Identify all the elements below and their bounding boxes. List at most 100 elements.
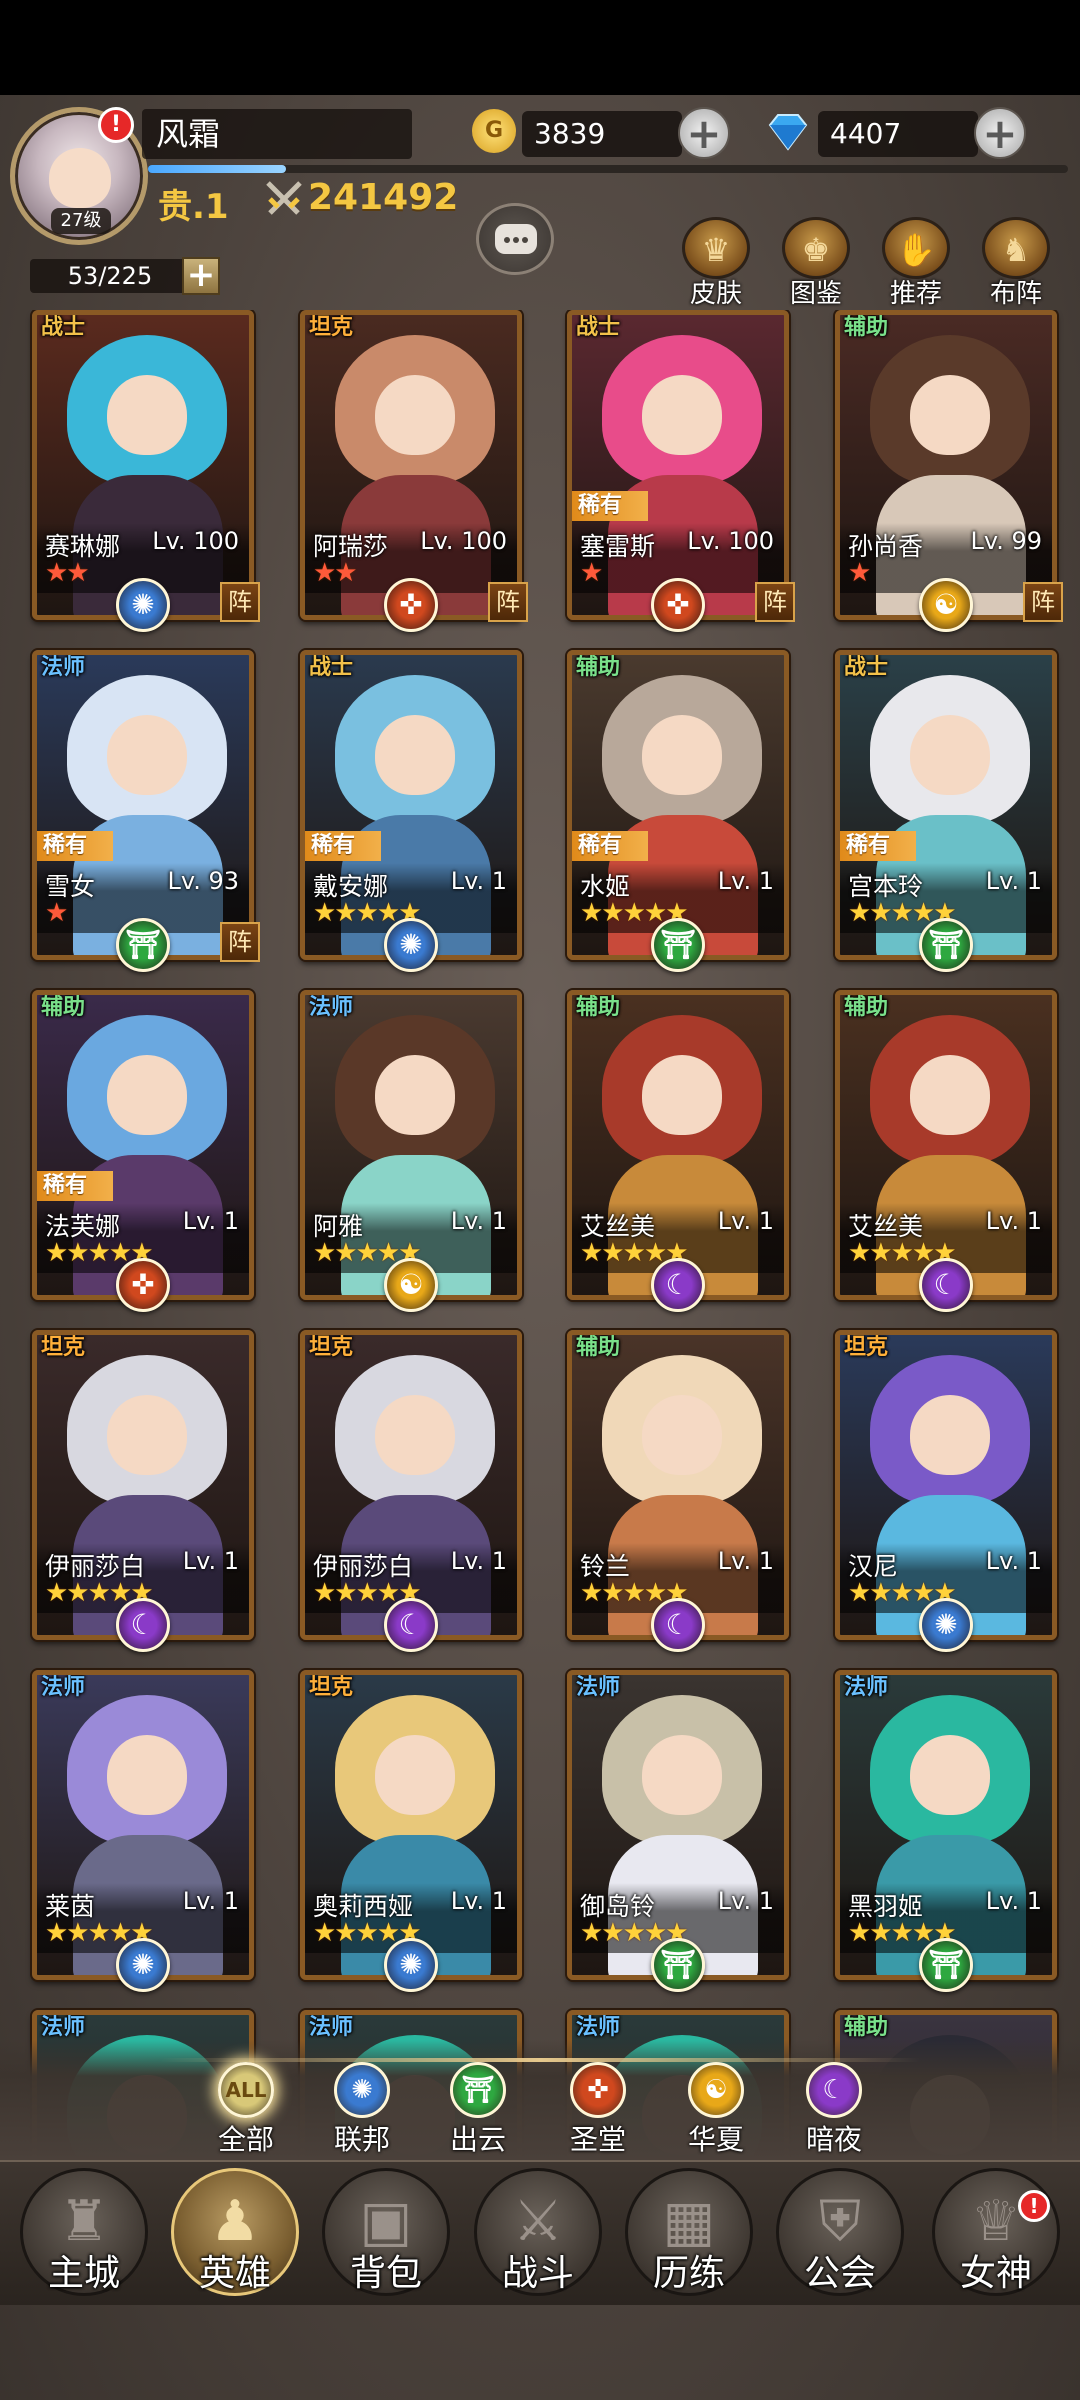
hero-card[interactable]: 法师 阿雅 Lv. 1 ★★★★★	[300, 990, 522, 1300]
faction-emblem-icon: ✺	[384, 918, 438, 972]
hero-level: Lv. 100	[687, 527, 774, 555]
hero-card[interactable]: 坦克 伊丽莎白 Lv. 1 ★★★★★	[32, 1330, 254, 1640]
hero-face	[375, 1735, 455, 1815]
hero-face	[642, 1055, 722, 1135]
faction-filter-4[interactable]: ☯ 华夏	[666, 2062, 766, 2162]
hero-card[interactable]: 辅助 铃兰 Lv. 1 ★★★★★	[567, 1330, 789, 1640]
hero-level: Lv. 1	[985, 1887, 1042, 1915]
chat-button[interactable]	[476, 203, 554, 275]
hero-class-tag: 法师	[309, 995, 354, 1020]
nav-item-3[interactable]: ⚔ 战斗	[470, 2160, 606, 2305]
hero-card[interactable]: 战士 赛琳娜 Lv. 100 ★★	[32, 310, 254, 620]
star-rating: ★	[45, 898, 68, 928]
hero-face	[107, 715, 187, 795]
faction-emblem-icon: ✜	[651, 578, 705, 632]
hero-face	[910, 715, 990, 795]
faction-filter-0[interactable]: ALL 全部	[196, 2062, 296, 2162]
faction-filter-label: 全部	[217, 2123, 274, 2156]
hero-face	[107, 1055, 187, 1135]
faction-filter-1[interactable]: ✺ 联邦	[312, 2062, 412, 2162]
hero-card[interactable]: 辅助 艾丝美 Lv. 1 ★★★★★	[835, 990, 1057, 1300]
function-button-2[interactable]: ✋ 推荐	[876, 217, 956, 309]
faction-filter-5[interactable]: ☾ 暗夜	[784, 2062, 884, 2162]
nav-item-1[interactable]: ♟ 英雄	[167, 2160, 303, 2305]
hero-face	[642, 1735, 722, 1815]
rarity-tag: 稀有	[37, 1171, 113, 1201]
codex-icon: ♚	[782, 217, 850, 279]
chat-icon	[495, 224, 537, 254]
function-button-3[interactable]: ♞ 布阵	[976, 217, 1056, 309]
exp-bar-fill	[148, 165, 286, 173]
add-diamond-button[interactable]: +	[974, 107, 1026, 159]
faction-filter-icon: ALL	[218, 2062, 274, 2118]
nav-item-4[interactable]: ▦ 历练	[621, 2160, 757, 2305]
hero-class-tag: 辅助	[576, 995, 621, 1020]
hero-level: Lv. 99	[970, 527, 1042, 555]
skin-icon: ♛	[682, 217, 750, 279]
hero-card[interactable]: 辅助 孙尚香 Lv. 99 ★	[835, 310, 1057, 620]
hero-level: Lv. 1	[717, 867, 774, 895]
hero-face	[375, 1055, 455, 1135]
add-gold-button[interactable]: +	[678, 107, 730, 159]
hero-card[interactable]: 战士 稀有 戴安娜 Lv. 1 ★★★★★	[300, 650, 522, 960]
function-button-0[interactable]: ♛ 皮肤	[676, 217, 756, 309]
nav-label: 女神	[959, 2253, 1032, 2294]
hero-card[interactable]: 坦克 阿瑞莎 Lv. 100 ★★	[300, 310, 522, 620]
hero-card[interactable]: 战士 稀有 塞雷斯 Lv. 100 ★	[567, 310, 789, 620]
nav-item-0[interactable]: ♜ 主城	[16, 2160, 152, 2305]
avatar-face	[49, 148, 111, 208]
faction-filter-icon: ☾	[806, 2062, 862, 2118]
hero-card[interactable]: 战士 稀有 宫本玲 Lv. 1 ★★★★★	[835, 650, 1057, 960]
nav-label: 背包	[349, 2253, 422, 2294]
faction-emblem-icon: ☾	[384, 1598, 438, 1652]
hero-card[interactable]: 坦克 伊丽莎白 Lv. 1 ★★★★★	[300, 1330, 522, 1640]
hero-card[interactable]: 辅助 艾丝美 Lv. 1 ★★★★★	[567, 990, 789, 1300]
nav-item-2[interactable]: ▣ 背包	[318, 2160, 454, 2305]
hero-card[interactable]: 法师 黑羽姬 Lv. 1 ★★★★★	[835, 1670, 1057, 1980]
diamond-value: 4407	[818, 111, 978, 157]
hero-class-tag: 辅助	[41, 995, 86, 1020]
hero-class-tag: 坦克	[309, 1335, 354, 1360]
crossed-swords-icon	[266, 181, 302, 215]
avatar-alert-badge: !	[98, 107, 134, 143]
hero-card[interactable]: 法师 御岛铃 Lv. 1 ★★★★★	[567, 1670, 789, 1980]
faction-emblem-icon: ⛩	[651, 1938, 705, 1992]
hero-card[interactable]: 坦克 奥莉西娅 Lv. 1 ★★★★★	[300, 1670, 522, 1980]
hero-grid: 战士 赛琳娜 Lv. 100 ★★ ✺ 阵坦克 阿瑞莎 Lv. 100 ★★ ✜ 阵战士 稀有 塞雷斯 L…	[0, 310, 1080, 2240]
hero-card[interactable]: 坦克 汉尼 Lv. 1 ★★★★★	[835, 1330, 1057, 1640]
faction-filter-icon: ⛩	[450, 2062, 506, 2118]
hero-card[interactable]: 辅助 稀有 法芙娜 Lv. 1 ★★★★★	[32, 990, 254, 1300]
hero-face	[910, 1735, 990, 1815]
hero-level: Lv. 1	[450, 1887, 507, 1915]
vip-level[interactable]: 贵.1	[158, 179, 229, 228]
star-rating: ★	[848, 558, 871, 588]
hero-level: Lv. 1	[985, 1207, 1042, 1235]
hero-card[interactable]: 法师 莱茵 Lv. 1 ★★★★★	[32, 1670, 254, 1980]
gold-value: 3839	[522, 111, 682, 157]
hero-class-tag: 法师	[844, 1675, 889, 1700]
hero-class-tag: 法师	[576, 1675, 621, 1700]
hero-level: Lv. 1	[717, 1547, 774, 1575]
faction-emblem-icon: ⛩	[919, 918, 973, 972]
nav-item-5[interactable]: ⛨ 公会	[772, 2160, 908, 2305]
hero-level: Lv. 93	[167, 867, 239, 895]
faction-emblem-icon: ✺	[919, 1598, 973, 1652]
hero-level: Lv. 1	[717, 1887, 774, 1915]
hero-class-tag: 坦克	[309, 315, 354, 340]
hero-face	[642, 715, 722, 795]
hero-capacity: 53/225	[30, 259, 190, 293]
gold-coin-icon: G	[472, 109, 516, 153]
function-button-1[interactable]: ♚ 图鉴	[776, 217, 856, 309]
hero-card[interactable]: 辅助 稀有 水姬 Lv. 1 ★★★★★	[567, 650, 789, 960]
in-lineup-badge: 阵	[220, 922, 260, 962]
faction-emblem-icon: ☾	[919, 1258, 973, 1312]
nav-item-6[interactable]: ♕ 女神!	[928, 2160, 1064, 2305]
faction-filter-2[interactable]: ⛩ 出云	[428, 2062, 528, 2162]
hero-card[interactable]: 法师 稀有 雪女 Lv. 93 ★	[32, 650, 254, 960]
faction-filter-3[interactable]: ✜ 圣堂	[548, 2062, 648, 2162]
expand-capacity-button[interactable]: +	[182, 257, 220, 295]
rarity-tag: 稀有	[572, 491, 648, 521]
hero-class-tag: 法师	[41, 655, 86, 680]
faction-filter-label: 暗夜	[805, 2123, 862, 2156]
faction-emblem-icon: ✺	[384, 1938, 438, 1992]
